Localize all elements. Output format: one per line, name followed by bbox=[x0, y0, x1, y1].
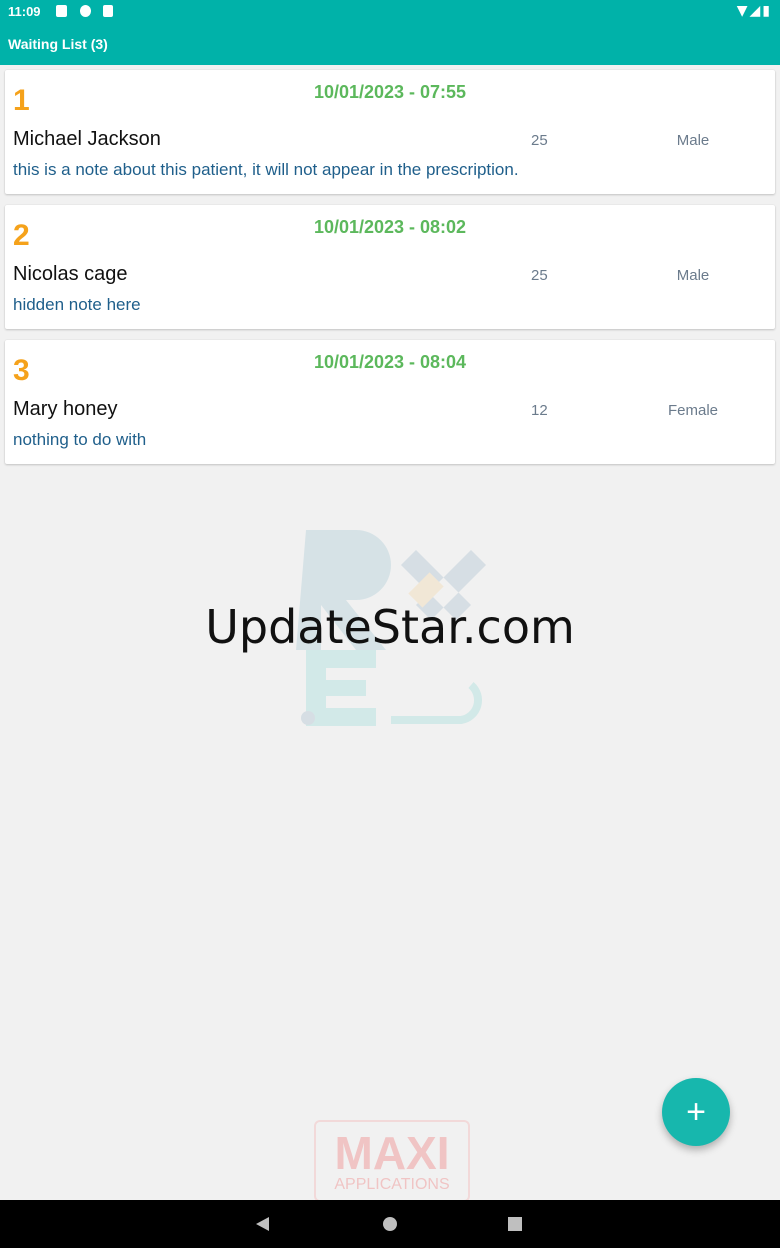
sd-card-icon bbox=[103, 5, 113, 17]
visit-datetime: 10/01/2023 - 07:55 bbox=[313, 82, 467, 102]
patient-note: this is a note about this patient, it wi… bbox=[13, 160, 519, 179]
plus-icon: + bbox=[686, 1093, 706, 1131]
patient-card[interactable]: 2 10/01/2023 - 08:02 Nicolas cage 25 Mal… bbox=[5, 205, 775, 329]
patient-age: 25 bbox=[531, 267, 548, 284]
watermark-text: UpdateStar.com bbox=[205, 600, 575, 654]
notification-app-icon bbox=[80, 5, 91, 17]
signal-icon: ◢ bbox=[749, 3, 763, 19]
patient-note: hidden note here bbox=[13, 295, 141, 314]
patient-name: Mary honey bbox=[13, 398, 118, 420]
battery-icon: ▮ bbox=[762, 3, 772, 19]
status-bar: 11:09 ▼◢▮ bbox=[0, 0, 780, 24]
patient-name: Nicolas cage bbox=[13, 263, 128, 285]
wifi-icon: ▼ bbox=[736, 3, 750, 19]
notification-a-icon bbox=[56, 5, 67, 17]
patient-card[interactable]: 3 10/01/2023 - 08:04 Mary honey 12 Femal… bbox=[5, 340, 775, 464]
patient-name: Michael Jackson bbox=[13, 128, 161, 150]
patient-gender: Male bbox=[676, 267, 710, 284]
app-bar: Waiting List (3) bbox=[0, 24, 780, 65]
patient-gender: Male bbox=[676, 132, 710, 149]
recent-apps-icon[interactable] bbox=[508, 1217, 522, 1231]
home-icon[interactable] bbox=[383, 1217, 397, 1231]
navigation-bar bbox=[0, 1200, 780, 1248]
status-icons: ▼◢▮ bbox=[737, 3, 772, 19]
waiting-list: 1 10/01/2023 - 07:55 Michael Jackson 25 … bbox=[5, 70, 775, 475]
visit-datetime: 10/01/2023 - 08:04 bbox=[313, 352, 467, 372]
patient-gender: Female bbox=[667, 402, 719, 419]
patient-note: nothing to do with bbox=[13, 430, 147, 449]
add-patient-button[interactable]: + bbox=[662, 1078, 730, 1146]
page-title: Waiting List (3) bbox=[8, 36, 108, 52]
status-time: 11:09 bbox=[8, 4, 41, 19]
visit-datetime: 10/01/2023 - 08:02 bbox=[313, 217, 467, 237]
patient-age: 12 bbox=[531, 402, 548, 419]
maxi-logo-subtitle: APPLICATIONS bbox=[334, 1176, 450, 1193]
maxi-applications-logo: MAXI APPLICATIONS bbox=[314, 1120, 470, 1202]
patient-card[interactable]: 1 10/01/2023 - 07:55 Michael Jackson 25 … bbox=[5, 70, 775, 194]
back-icon[interactable] bbox=[256, 1217, 269, 1231]
maxi-logo-title: MAXI bbox=[334, 1127, 450, 1179]
patient-age: 25 bbox=[531, 132, 548, 149]
